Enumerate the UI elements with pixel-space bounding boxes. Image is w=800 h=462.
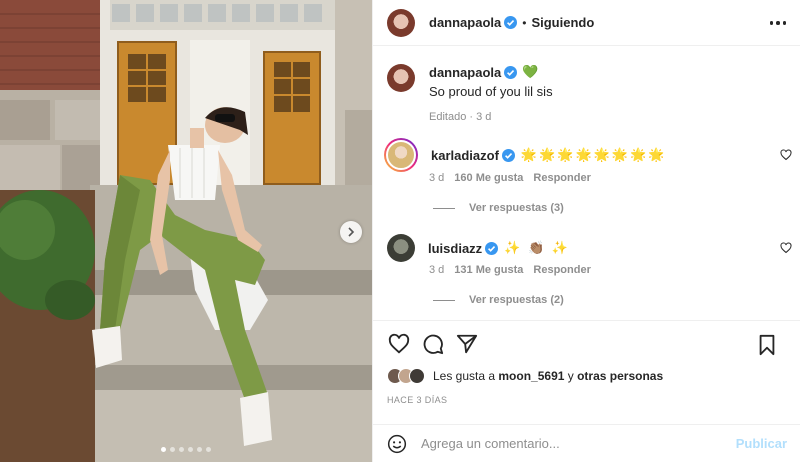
carousel-dot [161, 447, 166, 452]
like-button[interactable] [387, 332, 411, 356]
replies-line [433, 207, 455, 209]
view-replies-button[interactable]: Ver respuestas (3) [433, 202, 564, 214]
more-options-icon[interactable] [769, 14, 787, 32]
carousel-dot [206, 447, 211, 452]
carousel-dot [179, 447, 184, 452]
comment-button[interactable] [421, 332, 445, 356]
verified-badge-icon [504, 65, 518, 79]
comment-age: 3 d [429, 264, 445, 276]
liker-avatars [387, 368, 425, 384]
caption-edited-time: Editado · 3 d [429, 111, 492, 123]
add-comment-bar: Publicar [373, 424, 800, 462]
likes-prefix: Les gusta a [433, 369, 499, 383]
commenter-avatar[interactable] [387, 234, 415, 262]
heart-icon [388, 333, 410, 354]
caption-text: So proud of you lil sis [429, 84, 553, 99]
comment-meta: 3 d 160 Me gusta Responder [429, 172, 591, 184]
reply-button[interactable]: Responder [533, 172, 590, 184]
liker-avatar [409, 368, 425, 384]
carousel-dot [197, 447, 202, 452]
verified-badge-icon [485, 241, 499, 255]
post-caption: dannapaola 💚 So proud of you lil sis Edi… [387, 64, 553, 123]
liker-username[interactable]: moon_5691 [498, 369, 564, 383]
post-timestamp: HACE 3 DÍAS [387, 395, 448, 405]
caption-avatar[interactable] [387, 64, 415, 92]
likes-summary[interactable]: Les gusta a moon_5691 y otras personas [387, 368, 663, 384]
share-button[interactable] [455, 332, 479, 356]
save-button[interactable] [755, 333, 779, 357]
smile-icon[interactable] [387, 434, 407, 454]
comment-item: luisdiazz ✨ 👏🏽 ✨ 3 d 131 Me gusta Respon… [384, 234, 794, 306]
replies-line [433, 299, 455, 301]
verified-badge-icon [504, 16, 518, 29]
post-header: dannapaola • Siguiendo [373, 0, 800, 46]
view-replies-button[interactable]: Ver respuestas (2) [433, 294, 564, 306]
author-username[interactable]: dannapaola [429, 15, 501, 30]
following-button[interactable]: Siguiendo [531, 15, 594, 30]
like-comment-heart-icon[interactable] [780, 242, 792, 254]
comment-item: karladiazof 🌟🌟🌟🌟🌟🌟🌟🌟 3 d 160 Me gusta Re… [384, 138, 794, 214]
publish-button[interactable]: Publicar [736, 436, 787, 451]
comment-text: ✨ 👏🏽 ✨ [504, 240, 570, 255]
post-photo[interactable] [0, 0, 372, 462]
comment-icon [423, 334, 444, 355]
other-likers[interactable]: otras personas [577, 369, 663, 383]
green-heart-emoji: 💚 [522, 64, 539, 79]
carousel-dot [188, 447, 193, 452]
chevron-right-icon [348, 227, 355, 237]
comment-text: 🌟🌟🌟🌟🌟🌟🌟🌟 [520, 147, 667, 162]
share-icon [456, 334, 478, 354]
view-replies-label: Ver respuestas (2) [469, 294, 564, 306]
comment-input[interactable] [421, 436, 736, 451]
post-action-bar [387, 332, 789, 357]
like-comment-heart-icon[interactable] [780, 149, 792, 161]
section-divider [373, 320, 800, 321]
commenter-username[interactable]: karladiazof [431, 148, 499, 163]
post-image [0, 0, 372, 462]
bookmark-icon [759, 334, 775, 356]
author-avatar[interactable] [387, 8, 415, 37]
header-separator: • [522, 15, 527, 30]
comment-age: 3 d [429, 172, 445, 184]
view-replies-label: Ver respuestas (3) [469, 202, 564, 214]
verified-badge-icon [501, 148, 515, 162]
comment-like-count[interactable]: 131 Me gusta [454, 264, 523, 276]
comment-like-count[interactable]: 160 Me gusta [454, 172, 523, 184]
caption-username[interactable]: dannapaola [429, 65, 501, 80]
carousel-dot [170, 447, 175, 452]
commenter-username[interactable]: luisdiazz [428, 241, 482, 256]
carousel-indicator [0, 447, 372, 452]
next-slide-button[interactable] [340, 221, 362, 243]
reply-button[interactable]: Responder [533, 264, 590, 276]
commenter-avatar[interactable] [384, 138, 418, 172]
likes-conjunction: y [564, 369, 578, 383]
post-side-panel: dannapaola • Siguiendo dannapaola 💚 So p… [372, 0, 800, 462]
comment-meta: 3 d 131 Me gusta Responder [429, 264, 591, 276]
